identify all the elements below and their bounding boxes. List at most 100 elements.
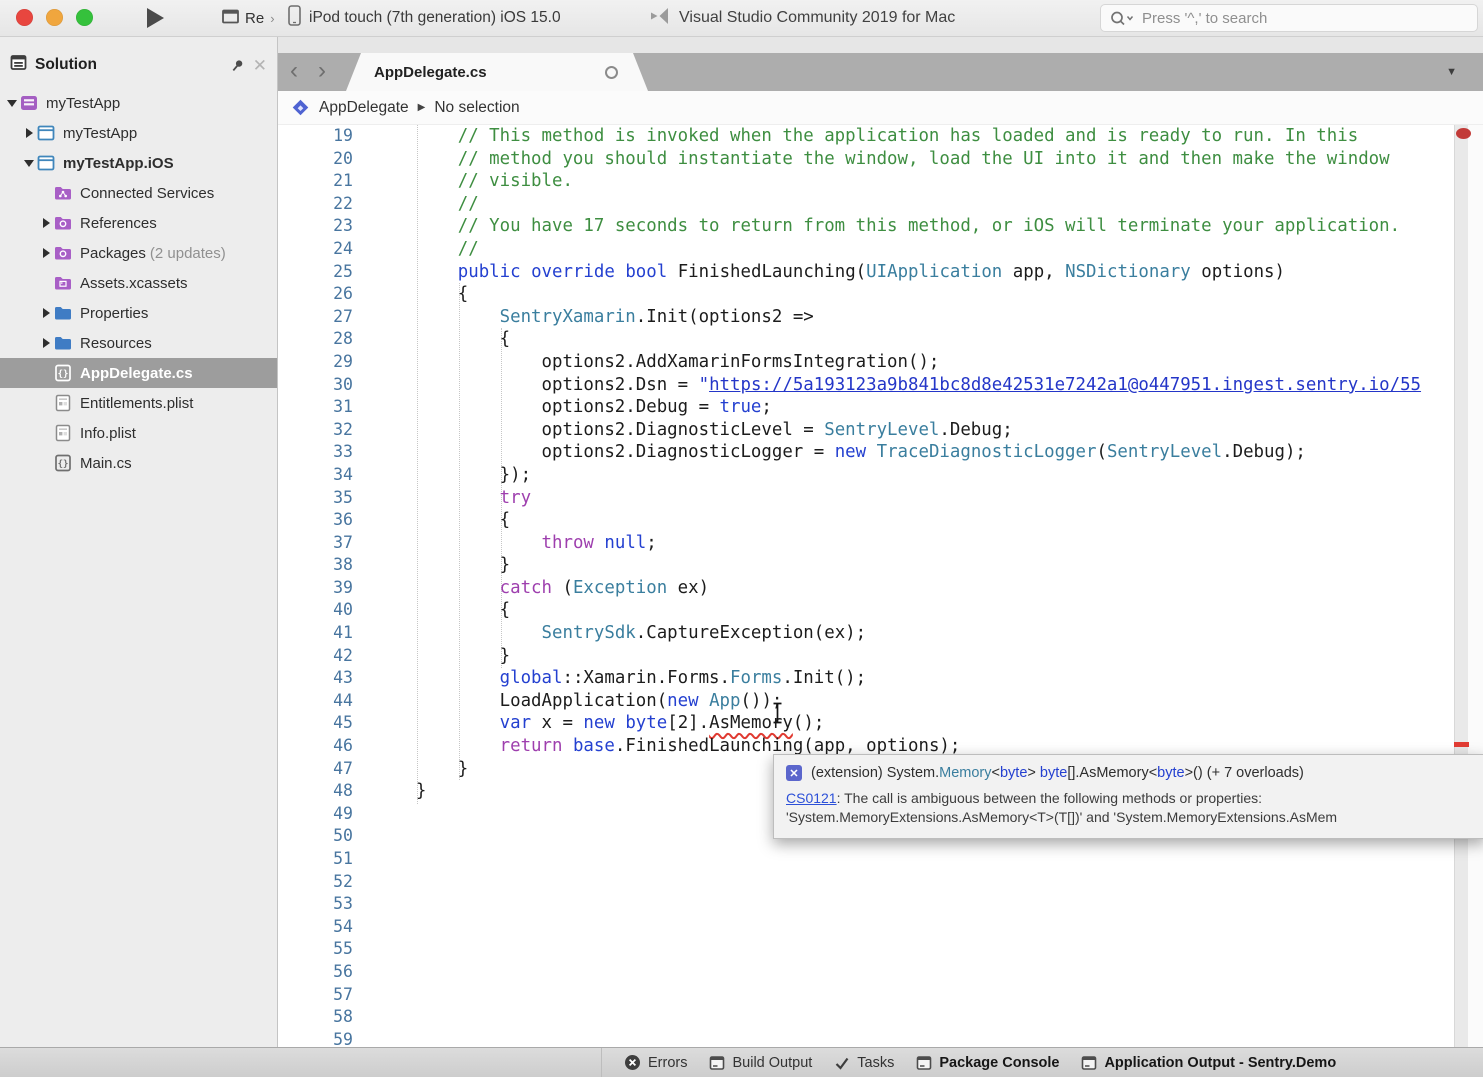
- code-line[interactable]: options2.DiagnosticLevel = SentryLevel.D…: [374, 419, 1483, 442]
- line-number[interactable]: 32: [278, 419, 353, 442]
- line-number[interactable]: 56: [278, 961, 353, 984]
- code-line[interactable]: [374, 1006, 1483, 1029]
- code-line[interactable]: [374, 938, 1483, 961]
- line-number[interactable]: 48: [278, 780, 353, 803]
- line-number[interactable]: 57: [278, 984, 353, 1007]
- statusbar-tasks[interactable]: Tasks: [834, 1055, 894, 1071]
- breadcrumb-member[interactable]: No selection: [434, 99, 519, 117]
- line-number[interactable]: 24: [278, 238, 353, 261]
- line-number[interactable]: 38: [278, 554, 353, 577]
- line-number[interactable]: 52: [278, 871, 353, 894]
- code-line[interactable]: [374, 871, 1483, 894]
- code-line[interactable]: // visible.: [374, 170, 1483, 193]
- code-line[interactable]: var x = new byte[2].AsMemory();: [374, 712, 1483, 735]
- code-line[interactable]: SentryXamarin.Init(options2 =>: [374, 306, 1483, 329]
- line-number[interactable]: 53: [278, 893, 353, 916]
- line-number[interactable]: 30: [278, 374, 353, 397]
- line-number[interactable]: 42: [278, 645, 353, 668]
- zoom-window-button[interactable]: [76, 9, 93, 26]
- line-number[interactable]: 34: [278, 464, 353, 487]
- close-window-button[interactable]: [16, 9, 33, 26]
- code-line[interactable]: {: [374, 599, 1483, 622]
- code-line[interactable]: // This method is invoked when the appli…: [374, 125, 1483, 148]
- minimize-window-button[interactable]: [46, 9, 63, 26]
- line-number[interactable]: 19: [278, 125, 353, 148]
- code-line[interactable]: SentrySdk.CaptureException(ex);: [374, 622, 1483, 645]
- error-location-marker[interactable]: [1454, 742, 1469, 747]
- line-number[interactable]: 51: [278, 848, 353, 871]
- line-number[interactable]: 50: [278, 825, 353, 848]
- code-line[interactable]: options2.Dsn = "https://5a193123a9b841bc…: [374, 374, 1483, 397]
- statusbar-build-output[interactable]: Build Output: [709, 1055, 812, 1071]
- tab-appdelegate[interactable]: AppDelegate.cs: [346, 53, 648, 91]
- pin-pad-icon[interactable]: [227, 54, 248, 75]
- line-number[interactable]: 33: [278, 441, 353, 464]
- code-line[interactable]: try: [374, 487, 1483, 510]
- expander-right-icon[interactable]: [43, 338, 50, 348]
- navigate-back-icon[interactable]: ‹: [290, 53, 298, 91]
- code-line[interactable]: global::Xamarin.Forms.Forms.Init();: [374, 667, 1483, 690]
- line-number[interactable]: 55: [278, 938, 353, 961]
- line-number[interactable]: 45: [278, 712, 353, 735]
- code-line[interactable]: [374, 984, 1483, 1007]
- line-number[interactable]: 37: [278, 532, 353, 555]
- error-code-link[interactable]: CS0121: [786, 790, 837, 806]
- sidebar-item-mytestapp-ios[interactable]: myTestApp.iOS: [0, 148, 277, 178]
- search-input[interactable]: Press '^,' to search: [1100, 4, 1478, 32]
- device-selector[interactable]: iPod touch (7th generation) iOS 15.0: [288, 6, 561, 30]
- code-line[interactable]: [374, 916, 1483, 939]
- code-line[interactable]: [374, 848, 1483, 871]
- sidebar-item-entitlements-plist[interactable]: Entitlements.plist: [0, 388, 277, 418]
- line-number[interactable]: 39: [278, 577, 353, 600]
- line-number[interactable]: 35: [278, 487, 353, 510]
- navigate-forward-icon[interactable]: ›: [318, 53, 326, 91]
- code-line[interactable]: {: [374, 283, 1483, 306]
- line-number[interactable]: 54: [278, 916, 353, 939]
- line-number[interactable]: 23: [278, 215, 353, 238]
- line-number[interactable]: 27: [278, 306, 353, 329]
- sidebar-item-mytestapp[interactable]: myTestApp: [0, 88, 277, 118]
- line-number[interactable]: 43: [278, 667, 353, 690]
- code-line[interactable]: //: [374, 238, 1483, 261]
- code-content[interactable]: // This method is invoked when the appli…: [374, 125, 1483, 1048]
- expander-right-icon[interactable]: [43, 308, 50, 318]
- code-line[interactable]: [374, 893, 1483, 916]
- sidebar-item-mytestapp[interactable]: myTestApp: [0, 118, 277, 148]
- code-line[interactable]: options2.AddXamarinFormsIntegration();: [374, 351, 1483, 374]
- line-number[interactable]: 25: [278, 261, 353, 284]
- code-line[interactable]: LoadApplication(new App());: [374, 690, 1483, 713]
- expander-right-icon[interactable]: [26, 128, 33, 138]
- code-line[interactable]: throw null;: [374, 532, 1483, 555]
- code-line[interactable]: });: [374, 464, 1483, 487]
- sidebar-item-connected-services[interactable]: Connected Services: [0, 178, 277, 208]
- expander-right-icon[interactable]: [43, 248, 50, 258]
- code-line[interactable]: options2.DiagnosticLogger = new TraceDia…: [374, 441, 1483, 464]
- line-number[interactable]: 20: [278, 148, 353, 171]
- line-number[interactable]: 26: [278, 283, 353, 306]
- code-line[interactable]: [374, 961, 1483, 984]
- line-number[interactable]: 49: [278, 803, 353, 826]
- sidebar-item-info-plist[interactable]: Info.plist: [0, 418, 277, 448]
- breadcrumb-class[interactable]: AppDelegate: [319, 99, 409, 117]
- sidebar-item-main-cs[interactable]: {}Main.cs: [0, 448, 277, 478]
- error-overview-dot[interactable]: [1456, 128, 1471, 139]
- code-line[interactable]: //: [374, 193, 1483, 216]
- code-line[interactable]: options2.Debug = true;: [374, 396, 1483, 419]
- statusbar-application-output-sentry-demo[interactable]: Application Output - Sentry.Demo: [1081, 1055, 1336, 1071]
- statusbar-errors[interactable]: Errors: [624, 1054, 687, 1071]
- line-number[interactable]: 58: [278, 1006, 353, 1029]
- build-configuration-selector[interactable]: Re ›: [222, 6, 275, 30]
- sidebar-item-references[interactable]: References: [0, 208, 277, 238]
- sidebar-item-appdelegate-cs[interactable]: {}AppDelegate.cs: [0, 358, 277, 388]
- code-line[interactable]: // You have 17 seconds to return from th…: [374, 215, 1483, 238]
- code-editor[interactable]: 1920212223242526272829303132333435363738…: [278, 125, 1483, 1048]
- line-number[interactable]: 59: [278, 1029, 353, 1048]
- line-number[interactable]: 40: [278, 599, 353, 622]
- code-line[interactable]: public override bool FinishedLaunching(U…: [374, 261, 1483, 284]
- code-line[interactable]: {: [374, 509, 1483, 532]
- line-number[interactable]: 41: [278, 622, 353, 645]
- line-number[interactable]: 46: [278, 735, 353, 758]
- expander-down-icon[interactable]: [24, 160, 34, 167]
- line-number[interactable]: 21: [278, 170, 353, 193]
- tab-overflow-menu-icon[interactable]: ▼: [1446, 66, 1457, 78]
